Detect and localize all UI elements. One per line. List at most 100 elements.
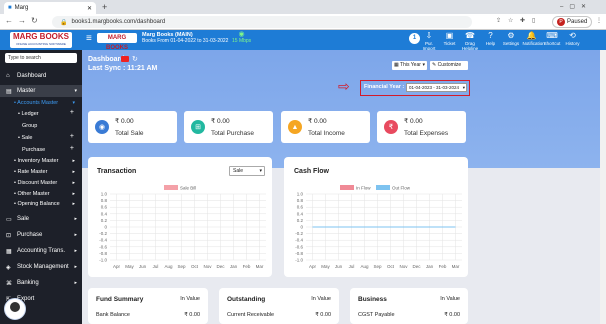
- x-tick-label: Sep: [373, 264, 382, 269]
- sidebar-sub-other-master[interactable]: • Other Master ▸: [0, 191, 82, 197]
- import-icon: ⇩: [425, 31, 433, 40]
- chevron-right-icon: ▸: [72, 180, 75, 186]
- kpi-card-total-income[interactable]: ▲ ₹ 0.00 Total Income: [281, 111, 370, 143]
- sidebar-sub-inventory-master[interactable]: • Inventory Master ▸: [0, 158, 82, 164]
- chevron-down-icon: ▾: [72, 100, 75, 106]
- sidebar-sub-sale[interactable]: • Sale +: [0, 133, 82, 141]
- refresh-icon[interactable]: ↻: [132, 55, 138, 63]
- sidebar-sub-accounts-master[interactable]: • Accounts Master ▾: [0, 100, 82, 106]
- profile-button[interactable]: P Paused: [552, 16, 593, 28]
- info-badge[interactable]: 1: [409, 33, 420, 44]
- kpi-card-total-purchase[interactable]: ⊞ ₹ 0.00 Total Purchase: [184, 111, 273, 143]
- header-icon-label: History: [565, 41, 580, 46]
- add-purchase-icon[interactable]: +: [70, 145, 74, 152]
- header-help-button[interactable]: ? Help: [482, 31, 500, 46]
- sidebar-sub-purchase[interactable]: Purchase +: [0, 145, 82, 153]
- header-notification-button[interactable]: 🔔 Notification: [523, 31, 545, 46]
- x-tick-label: May: [321, 264, 330, 269]
- add-sale-icon[interactable]: +: [70, 133, 74, 140]
- chevron-down-icon: ▾: [462, 85, 465, 90]
- header-ticket-button[interactable]: ▣ Ticket: [441, 31, 459, 46]
- url-input[interactable]: 🔒 books1.margbooks.com/dashboard: [52, 16, 472, 28]
- sidebar-item-accounting-trans[interactable]: ▦ Accounting Trans. ▸: [0, 245, 82, 257]
- header-icon-label: Shortcut: [543, 41, 561, 46]
- accounting-icon: ▦: [6, 248, 12, 255]
- kpi-label: Total Expenses: [404, 130, 449, 137]
- reload-icon[interactable]: ↻: [31, 16, 38, 25]
- share-icon[interactable]: ⇪: [496, 17, 501, 24]
- sidebar-item-master[interactable]: ▤ Master ▾: [0, 85, 82, 97]
- sidebar-item-sale[interactable]: ▭ Sale ▸: [0, 213, 82, 225]
- close-tab-icon[interactable]: ✕: [87, 5, 92, 12]
- business-card: Business In Value CGST Payable ₹ 0.00: [350, 288, 468, 324]
- y-tick-label: -0.2: [99, 231, 107, 236]
- header-icon-label: Help: [485, 41, 496, 46]
- bank-icon: ⌘: [6, 280, 12, 287]
- transaction-type-select[interactable]: Sale ▾: [229, 166, 265, 176]
- new-tab-icon[interactable]: +: [102, 2, 107, 12]
- chevron-down-icon: ▾: [259, 168, 262, 174]
- more-menu-icon[interactable]: ⋮: [596, 17, 602, 24]
- sidebar-sub-discount-master[interactable]: • Discount Master ▸: [0, 180, 82, 186]
- x-tick-label: Jul: [349, 264, 355, 269]
- youtube-icon[interactable]: [121, 56, 129, 62]
- hamburger-menu-icon[interactable]: ≡: [86, 33, 92, 44]
- sidebar-sub-group[interactable]: Group: [0, 123, 82, 129]
- chevron-right-icon: ▸: [74, 264, 77, 270]
- history-icon: ⟲: [569, 31, 576, 40]
- legend-label-out-flow: Out Flow: [392, 186, 411, 191]
- sidebar-item-dashboard[interactable]: ⌂ Dashboard: [0, 70, 82, 81]
- y-tick-label: -0.4: [99, 238, 107, 243]
- sidebar-item-banking[interactable]: ⌘ Banking ▸: [0, 277, 82, 289]
- add-ledger-icon[interactable]: +: [70, 109, 74, 116]
- header-shortcut-button[interactable]: ⌨ Shortcut: [543, 31, 561, 46]
- sidebar-search-input[interactable]: Type to search: [5, 53, 77, 63]
- scrollbar[interactable]: [600, 50, 606, 324]
- financial-year-select[interactable]: 01-04-2023 - 31-03-2024 ▾: [406, 83, 467, 92]
- header-icon-label: Notification: [522, 41, 545, 46]
- support-avatar[interactable]: [4, 298, 26, 320]
- window-controls[interactable]: –▢✕: [560, 3, 592, 10]
- fund-summary-card: Fund Summary In Value Bank Balance ₹ 0.00: [88, 288, 208, 324]
- kpi-card-total-expenses[interactable]: ₹ ₹ 0.00 Total Expenses: [377, 111, 466, 143]
- row-label: Bank Balance: [96, 312, 130, 318]
- row-value: ₹ 0.00: [184, 312, 200, 318]
- x-tick-label: Oct: [387, 264, 395, 269]
- sidebar-item-stock-management[interactable]: ◈ Stock Management ▸: [0, 261, 82, 273]
- customize-button[interactable]: ✎ Customize: [430, 61, 468, 70]
- marg-logo[interactable]: MARG BOOKS ONLINE ACCOUNTING SOFTWARE: [10, 32, 72, 48]
- header-helpline-button[interactable]: ☎ Drag Helpline: [461, 31, 479, 51]
- header-settings-button[interactable]: ⚙ Settings: [502, 31, 520, 46]
- y-tick-label: -0.2: [295, 231, 303, 236]
- expense-icon: ₹: [384, 120, 398, 134]
- lock-icon: 🔒: [60, 19, 68, 26]
- kpi-value: ₹ 0.00: [115, 118, 134, 125]
- header-history-button[interactable]: ⟲ History: [564, 31, 582, 46]
- header-logo[interactable]: MARG BOOKS: [97, 33, 137, 51]
- chevron-down-icon: ▾: [422, 62, 425, 68]
- avatar: P: [557, 18, 565, 26]
- kpi-label: Total Purchase: [211, 130, 254, 137]
- header-import-button[interactable]: ⇩ Pur. Import: [420, 31, 438, 51]
- sidebar-item-purchase[interactable]: ⊡ Purchase ▸: [0, 229, 82, 241]
- forward-icon[interactable]: →: [18, 16, 26, 25]
- sidebar-sub-opening-balance[interactable]: • Opening Balance ▸: [0, 201, 82, 207]
- sidebar-sub-ledger[interactable]: • Ledger +: [0, 109, 82, 117]
- x-tick-label: Jul: [153, 264, 159, 269]
- extensions-icon[interactable]: ✚: [520, 17, 525, 24]
- sale-icon: ▭: [6, 216, 12, 223]
- chevron-down-icon: ▾: [74, 88, 77, 94]
- browser-tab[interactable]: ■ Marg ✕: [4, 2, 96, 14]
- company-info[interactable]: Marg Books (MAIN) Books From 01-04-2022 …: [142, 32, 228, 44]
- kpi-label: Total Sale: [115, 130, 144, 137]
- y-tick-label: 0: [300, 225, 303, 230]
- transaction-title: Transaction: [97, 168, 137, 175]
- sidepanel-icon[interactable]: ▯: [532, 17, 535, 24]
- back-icon[interactable]: ←: [5, 16, 13, 25]
- pencil-icon: ✎: [432, 62, 437, 68]
- period-select[interactable]: ▦ This Year ▾: [392, 61, 427, 70]
- shortcut-icon: ⌨: [546, 31, 558, 40]
- kpi-card-total-sale[interactable]: ◉ ₹ 0.00 Total Sale: [88, 111, 177, 143]
- sidebar-sub-rate-master[interactable]: • Rate Master ▸: [0, 169, 82, 175]
- bookmark-star-icon[interactable]: ☆: [508, 17, 513, 24]
